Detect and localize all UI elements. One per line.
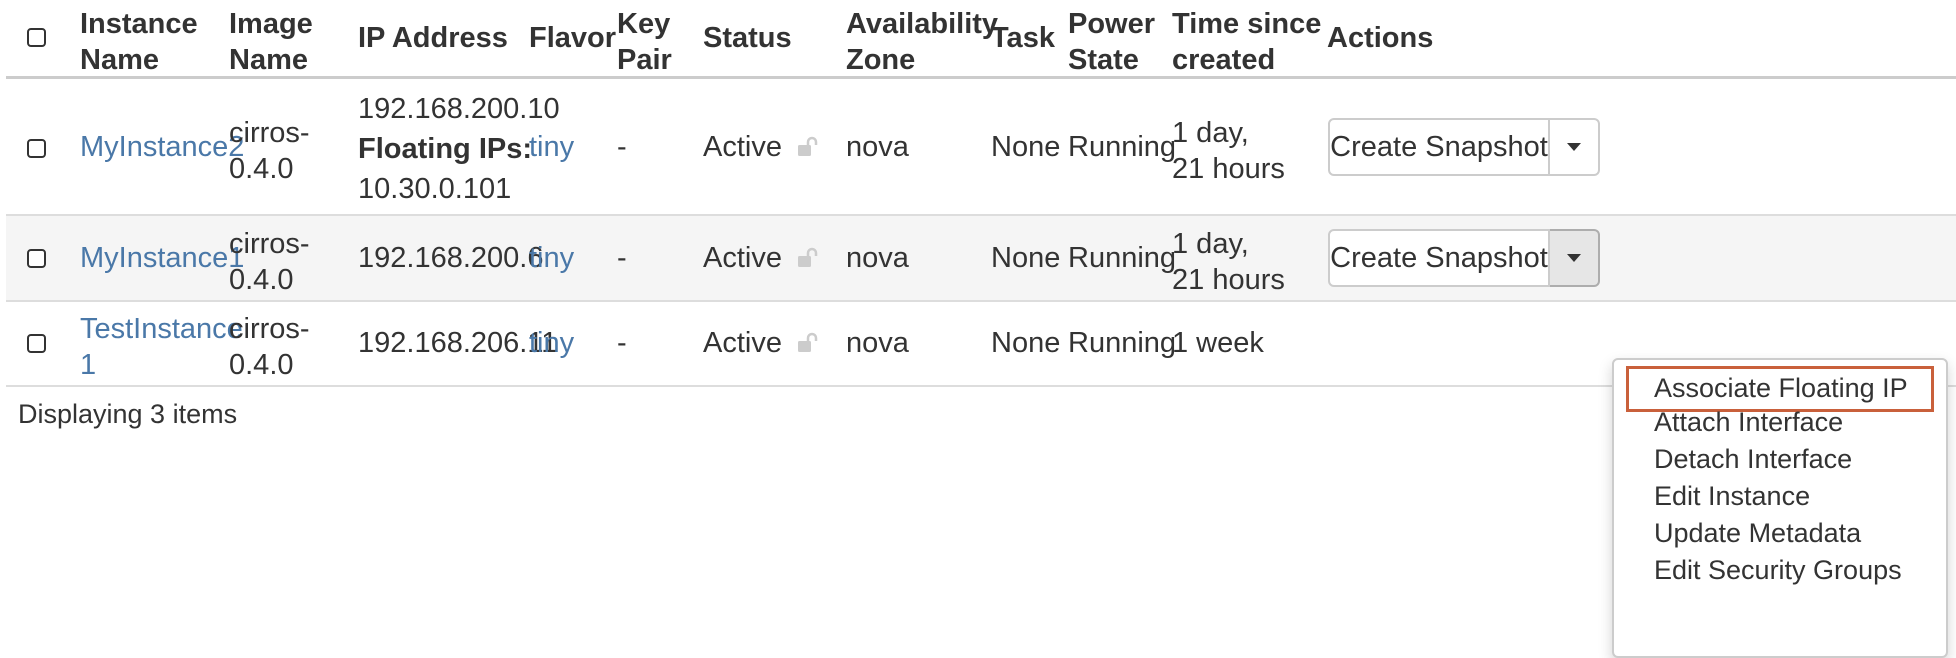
- time-since-created: 1 day, 21 hours: [1172, 228, 1285, 296]
- column-header-key-pair[interactable]: Key Pair: [617, 6, 672, 78]
- menu-item-update-metadata[interactable]: Update Metadata: [1614, 513, 1946, 553]
- time-since-created: 1 week: [1172, 327, 1264, 359]
- column-header-image-name[interactable]: Image Name: [229, 6, 313, 78]
- menu-item-edit-security-groups[interactable]: Edit Security Groups: [1614, 550, 1946, 590]
- time-since-created: 1 day, 21 hours: [1172, 117, 1285, 185]
- items-count: Displaying 3 items: [18, 399, 238, 429]
- ip-address: 192.168.206.11: [358, 327, 558, 359]
- column-header-ip-address[interactable]: IP Address: [358, 20, 508, 56]
- row-checkbox[interactable]: [27, 334, 46, 353]
- header-divider: [6, 76, 1956, 79]
- row-checkbox[interactable]: [27, 249, 46, 268]
- column-header-power-state[interactable]: Power State: [1068, 6, 1155, 78]
- create-snapshot-button[interactable]: Create Snapshot: [1328, 229, 1550, 287]
- flavor-link[interactable]: tiny: [529, 325, 574, 361]
- floating-ip: 10.30.0.101: [358, 173, 512, 205]
- image-name: cirros- 0.4.0: [229, 313, 310, 381]
- instance-name-link[interactable]: MyInstance1: [80, 240, 244, 276]
- create-snapshot-button[interactable]: Create Snapshot: [1328, 118, 1550, 176]
- power-state: Running: [1068, 131, 1177, 163]
- availability-zone: nova: [846, 242, 909, 274]
- task: None: [991, 131, 1061, 163]
- select-all-checkbox[interactable]: [27, 28, 46, 47]
- column-header-task[interactable]: Task: [991, 20, 1055, 56]
- flavor-link[interactable]: tiny: [529, 240, 574, 276]
- row-divider: [6, 300, 1956, 302]
- chevron-down-icon: [1567, 143, 1581, 151]
- image-name: cirros- 0.4.0: [229, 228, 310, 296]
- status: Active: [703, 327, 782, 359]
- menu-item-detach-interface[interactable]: Detach Interface: [1614, 439, 1946, 479]
- row-checkbox[interactable]: [27, 139, 46, 158]
- chevron-down-icon: [1567, 254, 1581, 262]
- unlocked-padlock-icon[interactable]: [797, 247, 819, 269]
- menu-item-edit-instance[interactable]: Edit Instance: [1614, 476, 1946, 516]
- power-state: Running: [1068, 327, 1177, 359]
- ip-address: 192.168.200.6: [358, 242, 544, 274]
- menu-item-attach-interface[interactable]: Attach Interface: [1614, 402, 1946, 442]
- status: Active: [703, 131, 782, 163]
- actions-dropdown-toggle[interactable]: [1550, 229, 1600, 287]
- power-state: Running: [1068, 242, 1177, 274]
- instance-name-link[interactable]: TestInstance 1: [80, 311, 243, 383]
- actions-dropdown-menu: Associate Floating IP Attach Interface D…: [1612, 358, 1948, 658]
- key-pair: -: [617, 327, 627, 359]
- column-header-time-since-created[interactable]: Time since created: [1172, 6, 1321, 78]
- instance-name-link[interactable]: MyInstance2: [80, 129, 244, 165]
- image-name: cirros- 0.4.0: [229, 117, 310, 185]
- unlocked-padlock-icon[interactable]: [797, 136, 819, 158]
- key-pair: -: [617, 242, 627, 274]
- column-header-status[interactable]: Status: [703, 20, 792, 56]
- column-header-flavor[interactable]: Flavor: [529, 20, 616, 56]
- column-header-actions: Actions: [1327, 22, 1434, 54]
- status: Active: [703, 242, 782, 274]
- column-header-instance-name[interactable]: Instance Name: [80, 6, 198, 78]
- key-pair: -: [617, 131, 627, 163]
- unlocked-padlock-icon[interactable]: [797, 332, 819, 354]
- flavor-link[interactable]: tiny: [529, 129, 574, 165]
- column-header-availability-zone[interactable]: Availability Zone: [846, 6, 998, 78]
- actions-dropdown-toggle[interactable]: [1550, 118, 1600, 176]
- task: None: [991, 242, 1061, 274]
- task: None: [991, 327, 1061, 359]
- availability-zone: nova: [846, 327, 909, 359]
- availability-zone: nova: [846, 131, 909, 163]
